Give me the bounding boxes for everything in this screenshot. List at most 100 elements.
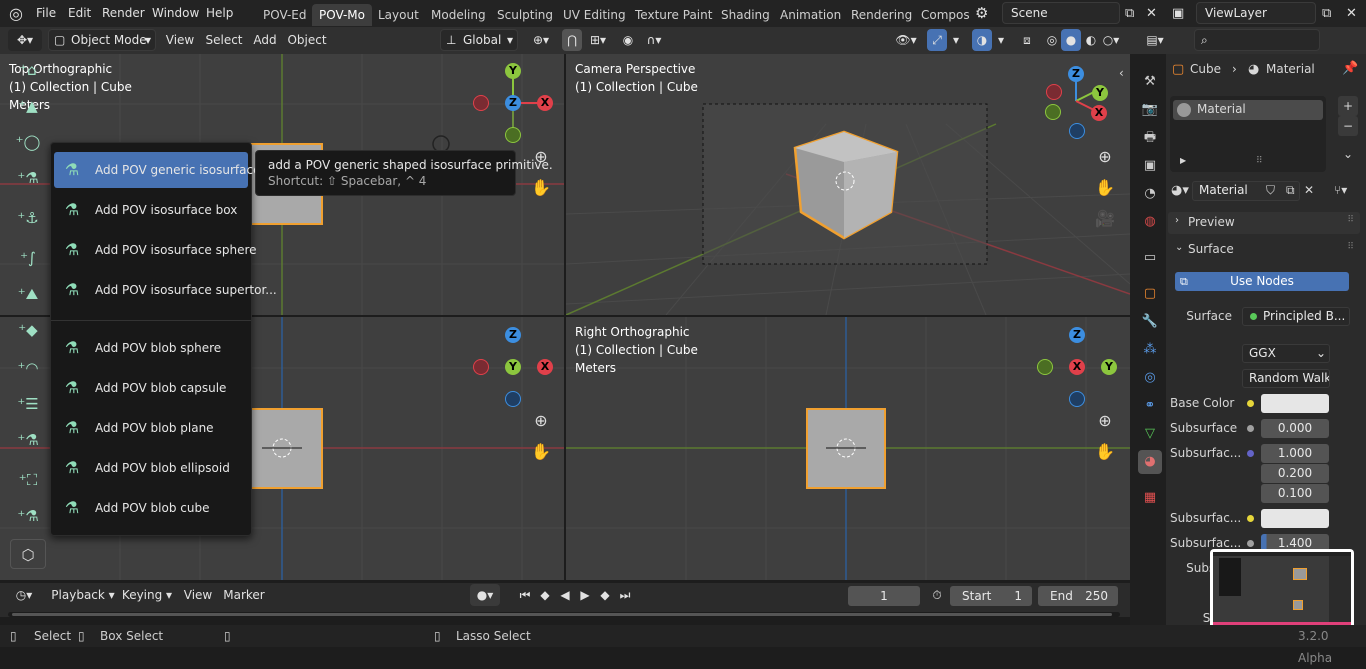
- zoom-icon[interactable]: ⊕: [527, 407, 555, 435]
- auto-keying-icon[interactable]: ●▾: [470, 584, 500, 606]
- material-tab-icon[interactable]: ◕: [1138, 450, 1162, 474]
- texture-tab-icon[interactable]: ▦: [1138, 486, 1162, 510]
- menu-item-isosurface-supertorus[interactable]: ⚗ Add POV isosurface supertor...: [54, 272, 277, 308]
- tab-modeling[interactable]: Modeling: [424, 4, 493, 26]
- value-socket-icon[interactable]: [1247, 540, 1254, 547]
- menu-item-generic-isosurface[interactable]: ⚗ Add POV generic isosurface: [54, 152, 261, 188]
- add-plane-tool-icon[interactable]: ⁺⛰: [10, 279, 46, 309]
- screenshot-thumbnail[interactable]: [1210, 549, 1354, 633]
- menu-edit[interactable]: Edit: [68, 0, 91, 27]
- menu-object[interactable]: Object: [284, 29, 330, 51]
- use-nodes-button[interactable]: ⧉ Use Nodes: [1175, 272, 1349, 291]
- link-type-icon[interactable]: ⑂▾: [1334, 183, 1347, 197]
- color-socket-icon[interactable]: [1247, 515, 1254, 522]
- stopwatch-icon[interactable]: ⏱: [928, 584, 946, 606]
- vector-socket-icon[interactable]: [1247, 450, 1254, 457]
- pan-hand-icon[interactable]: ✋: [527, 174, 555, 202]
- menu-item-blob-capsule[interactable]: ⚗ Add POV blob capsule: [54, 370, 248, 406]
- gizmo-y-axis[interactable]: Y: [505, 359, 521, 375]
- render-tab-icon[interactable]: 📷: [1138, 98, 1162, 122]
- gizmo-z-axis[interactable]: Z: [1069, 327, 1085, 343]
- slot-specials-icon[interactable]: ⌄: [1338, 144, 1358, 164]
- gizmo-neg-z-axis[interactable]: [1069, 123, 1085, 139]
- proportional-edit-icon[interactable]: ◉: [620, 29, 636, 51]
- snap-target-icon[interactable]: ⊞▾: [584, 29, 612, 51]
- transform-orientation[interactable]: ⊥ Global ▾: [440, 29, 518, 51]
- shading-wireframe-icon[interactable]: ◎: [1042, 29, 1062, 51]
- new-view-layer-icon[interactable]: ⧉: [1322, 0, 1331, 27]
- menu-file[interactable]: File: [36, 0, 56, 27]
- tab-rendering[interactable]: Rendering: [844, 4, 919, 26]
- current-frame-field[interactable]: 1: [848, 586, 920, 606]
- radius-x-field[interactable]: 1.000: [1261, 444, 1329, 463]
- modifier-tab-icon[interactable]: 🔧: [1138, 310, 1162, 334]
- zoom-icon[interactable]: ⊕: [1091, 143, 1119, 171]
- menu-marker[interactable]: Marker: [222, 584, 266, 606]
- menu-select[interactable]: Select: [203, 29, 245, 51]
- pin-icon[interactable]: 📌: [1342, 61, 1358, 76]
- start-frame-field[interactable]: Start 1: [950, 586, 1032, 606]
- tab-layout[interactable]: Layout: [371, 4, 426, 26]
- gizmo-neg-y-axis[interactable]: [1037, 359, 1053, 375]
- particles-tab-icon[interactable]: ⁂: [1138, 338, 1162, 362]
- distribution-dropdown[interactable]: GGX ⌄: [1242, 344, 1330, 363]
- snap-toggle-icon[interactable]: ⋂: [562, 29, 582, 51]
- remove-slot-button[interactable]: −: [1338, 116, 1358, 136]
- tab-compositing[interactable]: Compos: [914, 4, 977, 26]
- menu-item-blob-ellipsoid[interactable]: ⚗ Add POV blob ellipsoid: [54, 450, 248, 486]
- sidebar-toggle-icon[interactable]: ‹: [1119, 66, 1124, 80]
- viewport-right-orthographic[interactable]: Right Orthographic (1) Collection | Cube…: [566, 317, 1130, 580]
- menu-render[interactable]: Render: [102, 0, 145, 27]
- add-cube-tool-icon[interactable]: ⬡: [10, 539, 46, 569]
- zoom-icon[interactable]: ⊕: [1091, 407, 1119, 435]
- gizmo-neg-y-axis[interactable]: [1045, 104, 1061, 120]
- gizmo-z-axis[interactable]: Z: [1068, 66, 1084, 82]
- add-light-tool-icon[interactable]: ⁺⚗: [10, 425, 46, 455]
- menu-item-blob-plane[interactable]: ⚗ Add POV blob plane: [54, 410, 248, 446]
- radius-z-field[interactable]: 0.100: [1261, 484, 1329, 503]
- editor-type-icon[interactable]: ▤▾: [1140, 29, 1170, 51]
- timeline-scrollbar[interactable]: [8, 612, 1120, 617]
- gizmo-y-axis[interactable]: Y: [505, 63, 521, 79]
- menu-help[interactable]: Help: [206, 0, 233, 27]
- gizmo-z-axis[interactable]: Z: [505, 327, 521, 343]
- menu-item-isosurface-box[interactable]: ⚗ Add POV isosurface box: [54, 192, 248, 228]
- pan-hand-icon[interactable]: ✋: [527, 438, 555, 466]
- data-tab-icon[interactable]: ▽: [1138, 422, 1162, 446]
- shading-material-icon[interactable]: ◐: [1081, 29, 1101, 51]
- add-parametric-tool-icon[interactable]: ⁺⚓: [10, 203, 46, 233]
- world-tab-icon[interactable]: ◍: [1138, 210, 1162, 234]
- tab-pov-ed[interactable]: POV-Ed: [256, 4, 314, 26]
- gizmo-x-axis[interactable]: X: [1069, 359, 1085, 375]
- shading-solid-icon[interactable]: ●: [1061, 29, 1081, 51]
- scene-selector[interactable]: Scene: [1002, 2, 1120, 24]
- tool-tab-icon[interactable]: ⚒: [1138, 70, 1162, 94]
- jump-start-icon[interactable]: ⏮: [516, 584, 534, 606]
- scene-icon[interactable]: ⚙: [975, 0, 988, 27]
- surface-panel-header[interactable]: ⌄ Surface ⠿: [1168, 239, 1360, 261]
- add-rainbow-tool-icon[interactable]: ⁺◠: [10, 353, 46, 383]
- gizmo-y-axis[interactable]: Y: [1092, 85, 1108, 101]
- drag-handle-icon[interactable]: ⠿: [1347, 242, 1354, 252]
- surface-shader-field[interactable]: Principled B...: [1242, 307, 1350, 326]
- unlink-icon[interactable]: ✕: [1304, 183, 1314, 197]
- gizmo-neg-x-axis[interactable]: [473, 359, 489, 375]
- falloff-icon[interactable]: ∩▾: [640, 29, 668, 51]
- tab-shading[interactable]: Shading: [714, 4, 777, 26]
- add-box-tool-icon[interactable]: ⁺◆: [10, 315, 46, 345]
- jump-keyframe-back-icon[interactable]: ◆: [536, 584, 554, 606]
- breadcrumb-object[interactable]: Cube: [1190, 62, 1221, 76]
- gizmo-toggle-icon[interactable]: ⤢: [927, 29, 947, 51]
- overlays-toggle-icon[interactable]: ◑: [972, 29, 992, 51]
- tab-uv-editing[interactable]: UV Editing: [556, 4, 633, 26]
- preview-panel-header[interactable]: › Preview ⠿: [1168, 212, 1360, 234]
- subsurface-method-dropdown[interactable]: Random Walk: [1242, 369, 1330, 388]
- output-tab-icon[interactable]: 🖶: [1138, 126, 1162, 150]
- expand-icon[interactable]: ▶: [1180, 156, 1186, 165]
- view-layer-icon[interactable]: ▣: [1172, 0, 1184, 27]
- gizmo-x-axis[interactable]: X: [537, 95, 553, 111]
- new-scene-icon[interactable]: ⧉: [1125, 0, 1134, 27]
- timeline-editor-icon[interactable]: ◷▾: [8, 584, 40, 606]
- gizmo-y-axis[interactable]: Y: [1101, 359, 1117, 375]
- gizmo-neg-z-axis[interactable]: [505, 391, 521, 407]
